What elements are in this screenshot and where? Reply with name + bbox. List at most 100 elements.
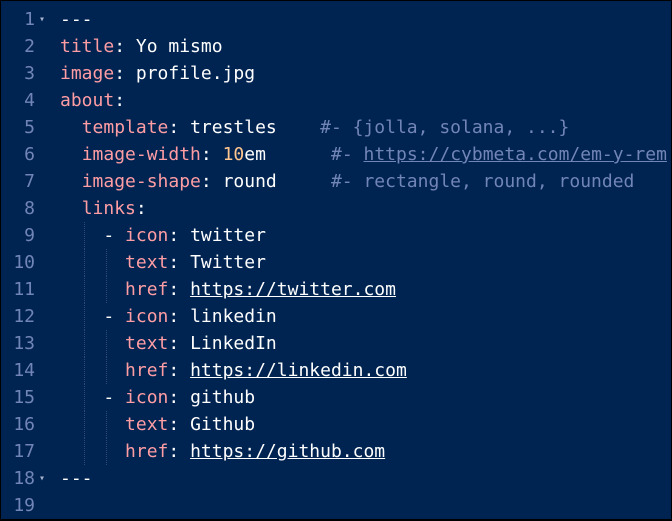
code-text: text: Twitter — [60, 249, 266, 276]
code-token: : — [168, 441, 191, 462]
code-line[interactable]: 1 ▾ --- — [1, 6, 671, 33]
line-number: 14 — [13, 360, 35, 381]
code-token: : — [114, 90, 126, 111]
line-number: 15 — [13, 387, 35, 408]
code-line[interactable]: 9 - icon: twitter — [1, 222, 671, 249]
yaml-key: icon — [125, 225, 169, 246]
code-text: links: — [60, 195, 147, 222]
code-line[interactable]: 14 href: https://linkedin.com — [1, 357, 671, 384]
code-token: : — [200, 144, 223, 165]
code-token: : trestles — [168, 117, 321, 138]
code-text: image-shape: round #- rectangle, round, … — [60, 168, 635, 195]
line-number: 11 — [13, 279, 35, 300]
code-token: : Yo mismo — [114, 36, 223, 57]
code-line[interactable]: 11 href: https://twitter.com — [1, 276, 671, 303]
code-text: - icon: twitter — [60, 222, 266, 249]
code-text: - icon: linkedin — [60, 303, 277, 330]
code-line[interactable]: 16 text: Github — [1, 411, 671, 438]
yaml-key: template — [81, 117, 169, 138]
code-url[interactable]: https://github.com — [190, 441, 385, 462]
code-line[interactable]: 10 text: Twitter — [1, 249, 671, 276]
line-number: 1 — [24, 9, 35, 30]
yaml-key: image — [60, 63, 115, 84]
code-line[interactable]: 5 template: trestles #- {jolla, solana, … — [1, 114, 671, 141]
code-text: --- — [60, 6, 93, 33]
code-number: 10 — [222, 144, 245, 165]
line-number: 2 — [24, 36, 35, 57]
code-line[interactable]: 2 title: Yo mismo — [1, 33, 671, 60]
yaml-key: icon — [125, 306, 169, 327]
code-comment: #- rectangle, round, rounded — [330, 171, 635, 192]
yaml-key: href — [125, 279, 169, 300]
code-token: : — [168, 279, 191, 300]
fold-arrow-icon[interactable]: ▾ — [39, 465, 51, 492]
yaml-key: href — [125, 360, 169, 381]
code-line[interactable]: 12 - icon: linkedin — [1, 303, 671, 330]
code-line[interactable]: 19 — [1, 492, 671, 519]
code-token: : Twitter — [168, 252, 266, 273]
line-number: 13 — [13, 333, 35, 354]
code-text: href: https://linkedin.com — [60, 357, 407, 384]
line-number: 7 — [24, 171, 35, 192]
code-token: : — [168, 360, 191, 381]
code-text: href: https://twitter.com — [60, 276, 396, 303]
yaml-key: image-width — [81, 144, 201, 165]
code-line[interactable]: 18 ▾ --- — [1, 465, 671, 492]
code-line[interactable]: 8 links: — [1, 195, 671, 222]
line-number: 10 — [13, 252, 35, 273]
code-line[interactable]: 13 text: LinkedIn — [1, 330, 671, 357]
yaml-key: href — [125, 441, 169, 462]
code-line[interactable]: 15 - icon: github — [1, 384, 671, 411]
code-text: - icon: github — [60, 384, 255, 411]
line-number: 17 — [13, 441, 35, 462]
line-number: 9 — [24, 225, 35, 246]
code-token: : Github — [168, 414, 256, 435]
line-number: 5 — [24, 117, 35, 138]
yaml-key: icon — [125, 387, 169, 408]
code-token: : twitter — [168, 225, 266, 246]
line-number: 19 — [13, 495, 35, 516]
code-token: : LinkedIn — [168, 333, 277, 354]
yaml-key: title — [60, 36, 115, 57]
code-token: --- — [60, 468, 93, 489]
code-line[interactable]: 4 about: — [1, 87, 671, 114]
code-text: image-width: 10em #- https://cybmeta.com… — [60, 141, 667, 168]
code-url[interactable]: https://twitter.com — [190, 279, 396, 300]
yaml-key: text — [125, 252, 169, 273]
code-line[interactable]: 7 image-shape: round #- rectangle, round… — [1, 168, 671, 195]
line-number: 8 — [24, 198, 35, 219]
code-text: --- — [60, 465, 93, 492]
code-url[interactable]: https://cybmeta.com/em-y-rem — [364, 144, 667, 165]
line-number: 16 — [13, 414, 35, 435]
yaml-key: image-shape — [81, 171, 201, 192]
code-comment: #- {jolla, solana, ...} — [320, 117, 570, 138]
code-token: --- — [60, 9, 93, 30]
code-text: template: trestles #- {jolla, solana, ..… — [60, 114, 570, 141]
code-token: - — [60, 225, 126, 246]
code-url[interactable]: https://linkedin.com — [190, 360, 407, 381]
code-line[interactable]: 17 href: https://github.com — [1, 438, 671, 465]
code-token: em — [244, 144, 331, 165]
code-token: : linkedin — [168, 306, 277, 327]
code-line[interactable]: 6 image-width: 10em #- https://cybmeta.c… — [1, 141, 671, 168]
line-number: 12 — [13, 306, 35, 327]
code-token: : round — [200, 171, 331, 192]
line-number: 4 — [24, 90, 35, 111]
yaml-key: text — [125, 333, 169, 354]
code-token: : — [135, 198, 147, 219]
code-token: : profile.jpg — [114, 63, 256, 84]
code-editor[interactable]: 1 ▾ --- 2 title: Yo mismo 3 image: profile.jpg… — [1, 1, 671, 519]
code-line[interactable]: 3 image: profile.jpg — [1, 60, 671, 87]
yaml-key: links — [81, 198, 136, 219]
fold-arrow-icon[interactable]: ▾ — [39, 6, 51, 33]
yaml-key: about — [60, 90, 115, 111]
